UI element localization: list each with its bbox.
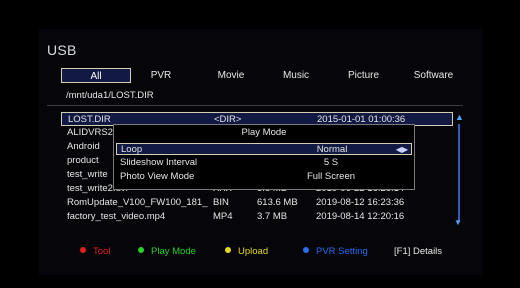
- file-name: factory_test_video.mp4: [67, 211, 166, 222]
- play-mode-key[interactable]: Play Mode: [138, 246, 196, 257]
- file-date: 2019-08-12 16:23:36: [316, 197, 405, 208]
- color-key-bar: Tool Play Mode Upload PVR Setting [F1] D…: [75, 246, 475, 260]
- details-key[interactable]: [F1] Details: [394, 246, 442, 257]
- option-value: 5 S: [323, 157, 339, 168]
- option-value: Normal: [316, 144, 348, 155]
- divider: [47, 105, 463, 106]
- file-type: BIN: [213, 197, 229, 208]
- tool-key[interactable]: Tool: [80, 246, 110, 257]
- red-key-icon: [80, 247, 86, 254]
- scroll-down-icon[interactable]: ▼: [454, 218, 462, 227]
- slideshow-interval-option[interactable]: Slideshow Interval 5 S: [116, 157, 412, 169]
- tab-picture[interactable]: Picture: [326, 68, 401, 83]
- page-title: USB: [47, 42, 77, 58]
- tab-music[interactable]: Music: [266, 68, 326, 83]
- tab-software[interactable]: Software: [401, 68, 466, 83]
- upload-key[interactable]: Upload: [225, 246, 268, 257]
- key-label: PVR Setting: [316, 246, 368, 257]
- left-right-arrow-icon: ◀▶: [395, 145, 408, 154]
- tab-movie[interactable]: Movie: [196, 68, 266, 83]
- play-mode-dialog: Play Mode Loop Normal ◀▶ Slideshow Inter…: [113, 124, 415, 190]
- tab-pvr[interactable]: PVR: [131, 68, 191, 83]
- tab-all[interactable]: All: [61, 68, 131, 83]
- blue-key-icon: [303, 247, 309, 254]
- loop-option[interactable]: Loop Normal ◀▶: [116, 143, 412, 155]
- dialog-title: Play Mode: [241, 127, 287, 138]
- key-label: Play Mode: [151, 246, 196, 257]
- yellow-key-icon: [225, 247, 231, 254]
- option-label: Photo View Mode: [120, 171, 195, 182]
- category-tabs: All PVR Movie Music Picture Software: [61, 68, 461, 84]
- current-path: /mnt/uda1/LOST.DIR: [66, 90, 154, 101]
- pvr-setting-key[interactable]: PVR Setting: [303, 246, 368, 257]
- file-name: RomUpdate_V100_FW100_181_: [67, 197, 208, 208]
- file-type: MP4: [213, 211, 233, 222]
- option-label: Loop: [121, 144, 143, 155]
- option-label: Slideshow Interval: [120, 157, 198, 168]
- file-row[interactable]: RomUpdate_V100_FW100_181_ BIN 613.6 MB 2…: [61, 196, 453, 210]
- green-key-icon: [138, 247, 144, 254]
- photo-view-mode-option[interactable]: Photo View Mode Full Screen: [116, 171, 412, 183]
- key-label: Upload: [238, 246, 269, 257]
- scroll-up-icon[interactable]: ▲: [455, 112, 464, 122]
- scrollbar[interactable]: [458, 124, 460, 222]
- option-value: Full Screen: [306, 171, 356, 182]
- file-date: 2019-08-14 12:20:16: [316, 211, 405, 222]
- key-label: Tool: [93, 246, 111, 257]
- file-row[interactable]: factory_test_video.mp4 MP4 3.7 MB 2019-0…: [61, 210, 453, 224]
